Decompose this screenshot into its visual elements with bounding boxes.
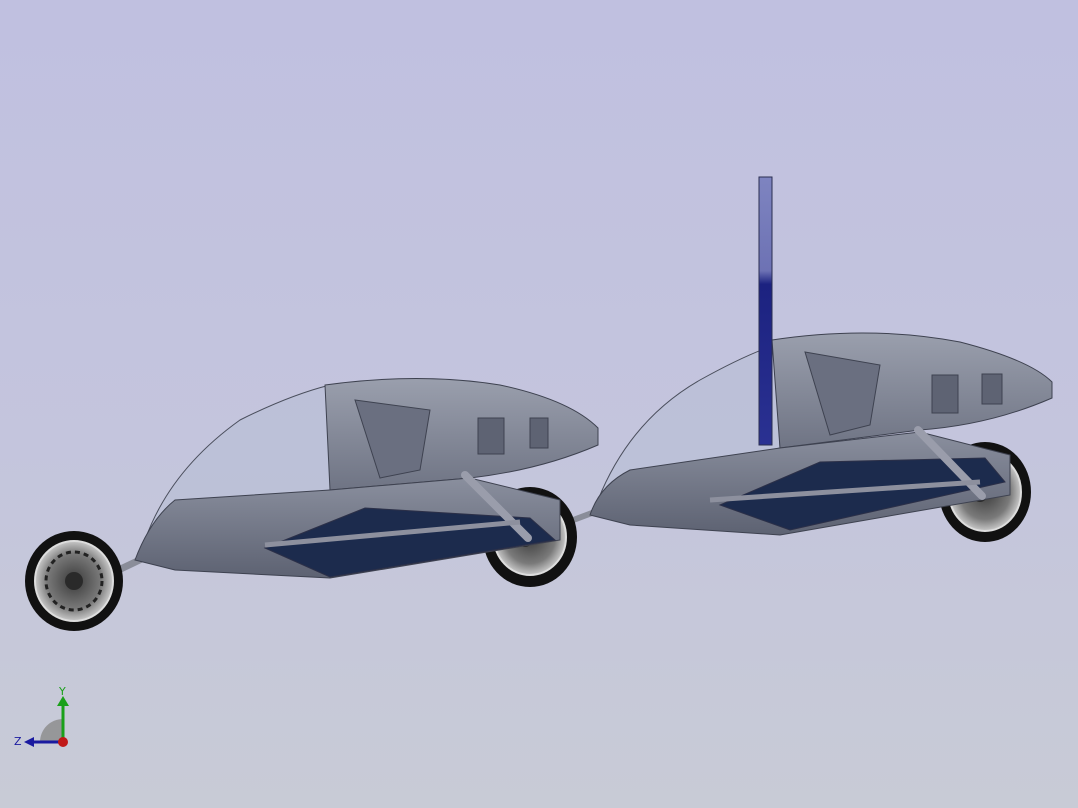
z-axis-label: Z [14,735,22,748]
3d-viewport[interactable]: Y Z [0,0,1078,808]
x-axis-dot [58,737,68,747]
z-axis-arrow [24,737,34,747]
y-axis-label: Y [58,685,66,698]
rear-body-upper [771,332,1053,449]
flag-pole[interactable] [758,176,773,446]
front-wheel[interactable] [25,531,123,631]
assembly-model[interactable] [0,0,1078,808]
front-vehicle-unit[interactable] [25,378,599,632]
view-orientation-triad: Y Z [14,685,69,748]
rear-vehicle-unit[interactable] [589,332,1053,542]
